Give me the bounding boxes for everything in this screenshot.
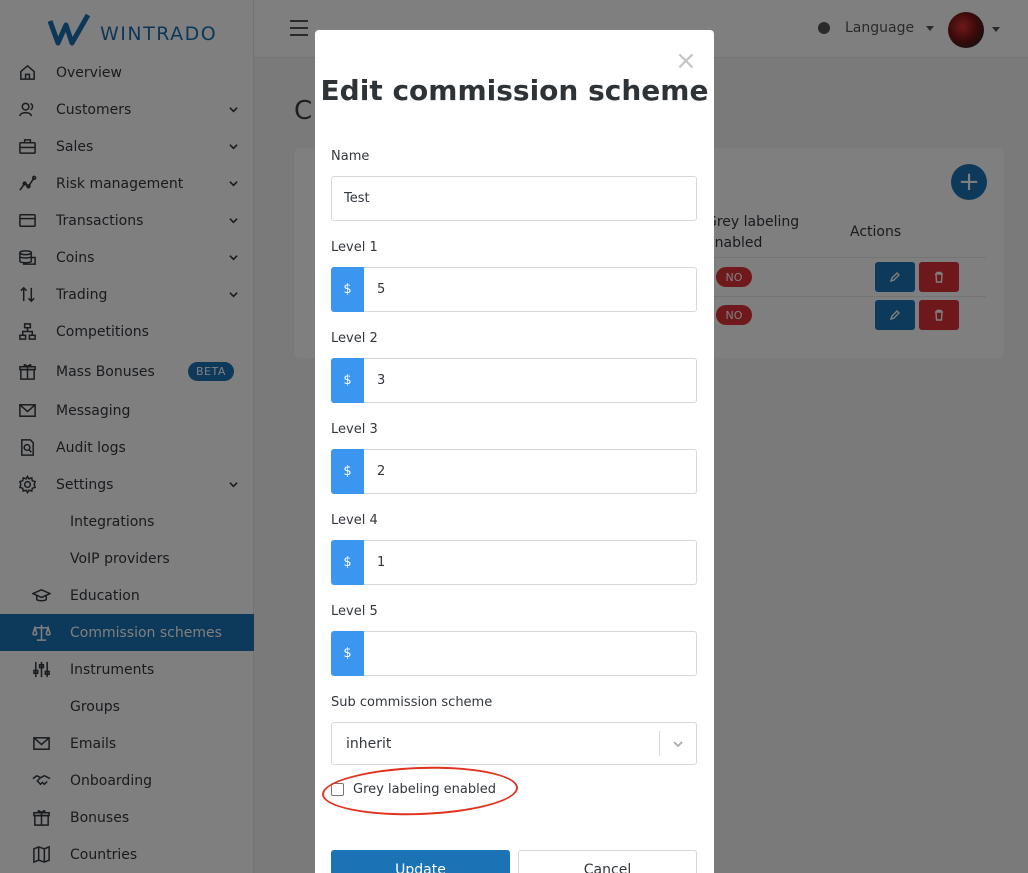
close-icon[interactable]: × [675, 48, 697, 74]
edit-commission-scheme-modal: × Edit commission scheme Name Test Level… [315, 30, 714, 873]
currency-addon: $ [331, 540, 364, 585]
level-5-label: Level 5 [331, 604, 378, 619]
level-1-field[interactable]: $ 5 [331, 267, 697, 312]
update-button[interactable]: Update [331, 850, 510, 873]
name-label: Name [331, 149, 370, 164]
modal-title: Edit commission scheme [320, 74, 709, 107]
level-1-value: 5 [377, 282, 386, 297]
cancel-button[interactable]: Cancel [518, 850, 697, 873]
currency-addon: $ [331, 631, 364, 676]
level-3-value: 2 [377, 464, 386, 479]
level-2-value: 3 [377, 373, 386, 388]
level-4-field[interactable]: $ 1 [331, 540, 697, 585]
level-2-field[interactable]: $ 3 [331, 358, 697, 403]
level-5-field[interactable]: $ [331, 631, 697, 676]
sub-scheme-value: inherit [346, 735, 392, 752]
level-4-label: Level 4 [331, 513, 378, 528]
level-3-field[interactable]: $ 2 [331, 449, 697, 494]
name-value: Test [344, 191, 370, 206]
currency-addon: $ [331, 449, 364, 494]
level-1-label: Level 1 [331, 240, 378, 255]
sub-scheme-select[interactable]: inherit [331, 722, 697, 765]
level-2-label: Level 2 [331, 331, 378, 346]
sub-scheme-label: Sub commission scheme [331, 695, 493, 710]
level-4-value: 1 [377, 555, 386, 570]
chevron-down-icon[interactable] [672, 738, 684, 754]
currency-addon: $ [331, 267, 364, 312]
name-field[interactable]: Test [331, 176, 697, 221]
select-separator [659, 731, 660, 756]
currency-addon: $ [331, 358, 364, 403]
level-3-label: Level 3 [331, 422, 378, 437]
